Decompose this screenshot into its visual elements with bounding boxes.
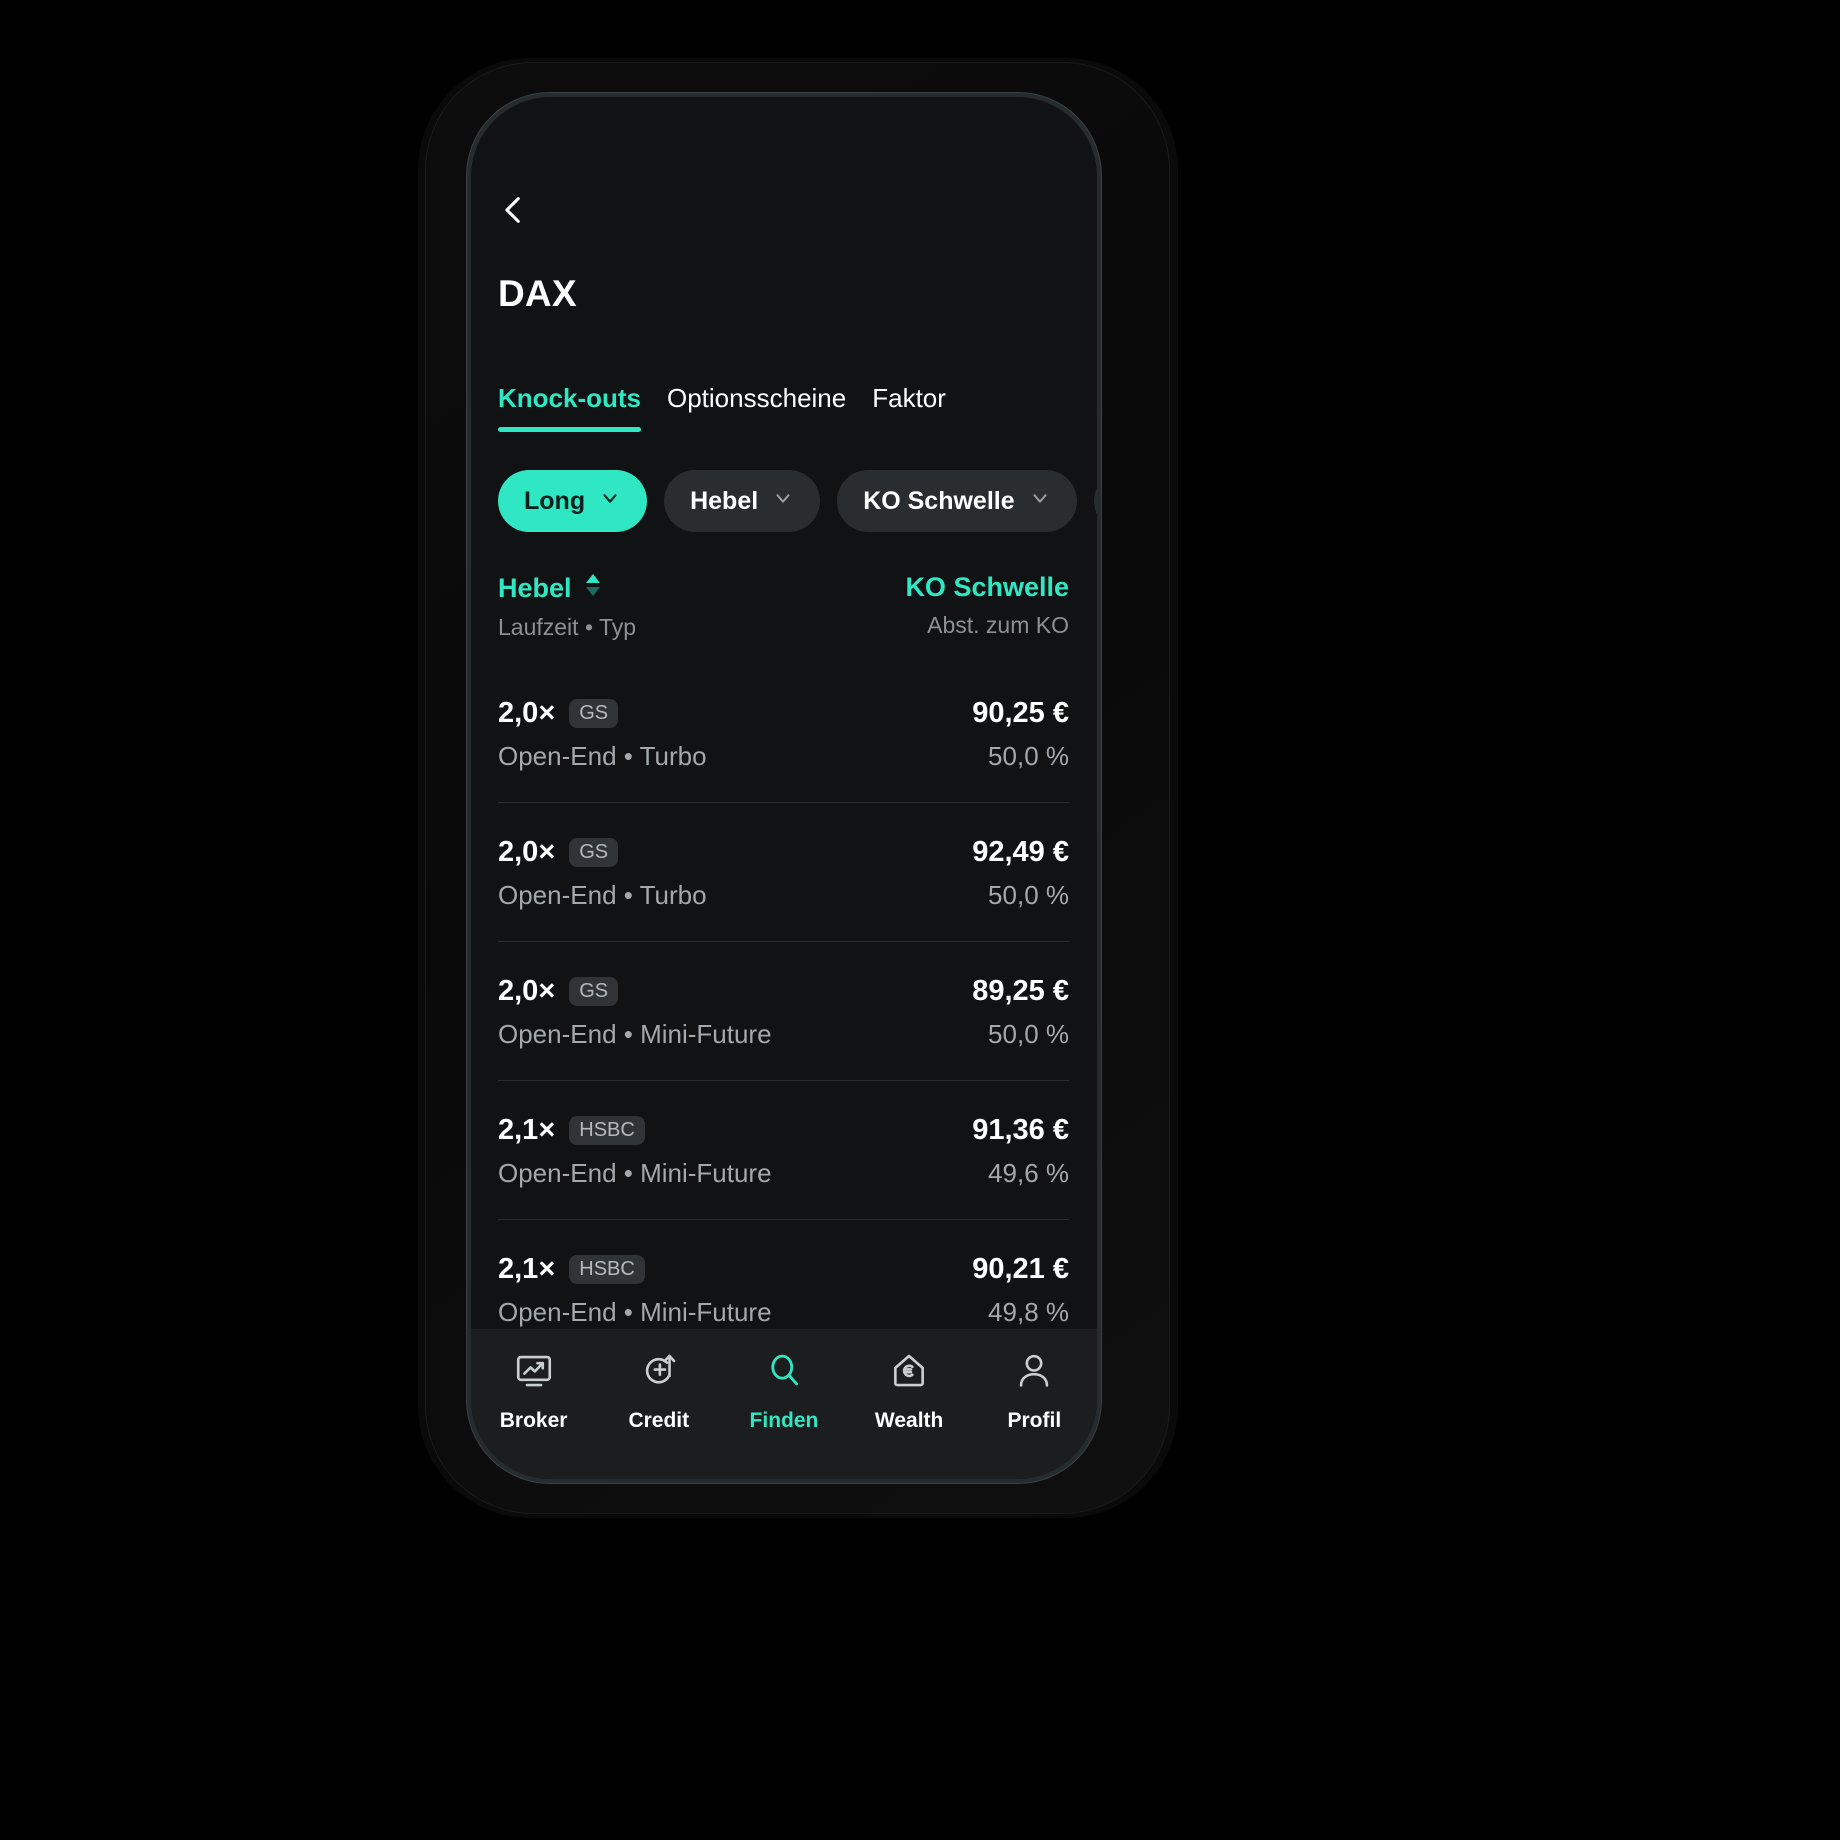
table-row[interactable]: 2,0× GS 92,49 € Open-End • Turbo 50,0 % xyxy=(471,802,1097,941)
search-icon xyxy=(763,1350,805,1397)
house-euro-icon xyxy=(888,1350,930,1397)
chevron-left-icon[interactable] xyxy=(497,193,531,227)
row-distance: 50,0 % xyxy=(988,1019,1069,1049)
row-issuer-badge: GS xyxy=(569,977,619,1006)
screenshot-stage: DAX Knock-outs Optionsscheine Faktor Lon… xyxy=(0,0,1840,1840)
row-distance: 49,6 % xyxy=(988,1158,1069,1188)
row-leverage: 2,1× xyxy=(498,1114,556,1146)
row-distance: 50,0 % xyxy=(988,880,1069,910)
sort-hebel-button[interactable]: Hebel xyxy=(498,572,636,605)
table-header-right-sub: Abst. zum KO xyxy=(927,612,1069,638)
nav-label-finden: Finden xyxy=(749,1409,819,1432)
row-distance: 49,8 % xyxy=(988,1297,1069,1327)
row-ko-value: 89,25 € xyxy=(972,975,1069,1007)
chevron-down-icon xyxy=(772,487,794,516)
nav-label-profil: Profil xyxy=(1007,1409,1062,1432)
tab-optionsscheine[interactable]: Optionsscheine xyxy=(667,383,846,432)
nav-label-broker: Broker xyxy=(499,1409,568,1432)
tab-bar: Knock-outs Optionsscheine Faktor xyxy=(471,315,1097,432)
row-ko-value: 92,49 € xyxy=(972,836,1069,868)
row-issuer-badge: HSBC xyxy=(569,1255,645,1284)
row-leverage: 2,0× xyxy=(498,975,556,1007)
table-row[interactable]: 2,0× GS 89,25 € Open-End • Mini-Future 5… xyxy=(471,941,1097,1080)
row-meta: Open-End • Turbo xyxy=(498,880,707,910)
bottom-navigation: Broker Credit Finden Wealth Profil xyxy=(471,1329,1097,1479)
filter-chip-hebel[interactable]: Hebel xyxy=(664,470,821,532)
filter-chip-row[interactable]: Long Hebel KO Schwelle xyxy=(471,432,1097,532)
table-header-right[interactable]: KO Schwelle Abst. zum KO xyxy=(905,572,1069,639)
chevron-down-icon xyxy=(1029,487,1051,516)
sort-ascending-icon xyxy=(583,572,603,605)
filter-chip-hebel-label: Hebel xyxy=(690,486,759,515)
credit-arrow-icon xyxy=(638,1350,680,1397)
row-meta: Open-End • Turbo xyxy=(498,741,707,771)
nav-item-credit[interactable]: Credit xyxy=(604,1350,714,1433)
row-issuer-badge: GS xyxy=(569,838,619,867)
tab-faktor[interactable]: Faktor xyxy=(872,383,946,432)
table-header-left[interactable]: Hebel Laufzeit • Typ xyxy=(498,572,636,641)
row-ko-value: 91,36 € xyxy=(972,1114,1069,1146)
page-title: DAX xyxy=(498,273,577,314)
chart-monitor-icon xyxy=(513,1350,555,1397)
filter-chip-overflow[interactable]: B xyxy=(1093,470,1097,532)
filter-chip-ko-schwelle[interactable]: KO Schwelle xyxy=(837,470,1077,532)
table-header-hebel-label: Hebel xyxy=(498,573,572,603)
row-leverage: 2,0× xyxy=(498,836,556,868)
row-meta: Open-End • Mini-Future xyxy=(498,1297,772,1327)
filter-chip-ko-schwelle-label: KO Schwelle xyxy=(863,486,1015,515)
row-issuer-badge: GS xyxy=(569,699,619,728)
tab-knock-outs[interactable]: Knock-outs xyxy=(498,383,641,432)
row-issuer-badge: HSBC xyxy=(569,1116,645,1145)
nav-label-wealth: Wealth xyxy=(874,1409,944,1432)
person-icon xyxy=(1013,1350,1055,1397)
row-ko-value: 90,25 € xyxy=(972,697,1069,729)
nav-item-broker[interactable]: Broker xyxy=(479,1350,589,1433)
app-root: DAX Knock-outs Optionsscheine Faktor Lon… xyxy=(471,97,1097,1479)
navigation-bar xyxy=(471,97,1097,229)
table-row[interactable]: 2,1× HSBC 91,36 € Open-End • Mini-Future… xyxy=(471,1080,1097,1219)
nav-item-profil[interactable]: Profil xyxy=(979,1350,1089,1433)
row-meta: Open-End • Mini-Future xyxy=(498,1158,772,1188)
row-ko-value: 90,21 € xyxy=(972,1253,1069,1285)
chevron-down-icon xyxy=(599,487,621,516)
table-header-left-sub: Laufzeit • Typ xyxy=(498,614,637,640)
table-header-ko-label: KO Schwelle xyxy=(905,572,1069,602)
phone-screen: DAX Knock-outs Optionsscheine Faktor Lon… xyxy=(471,97,1097,1479)
nav-item-finden[interactable]: Finden xyxy=(729,1350,839,1433)
row-distance: 50,0 % xyxy=(988,741,1069,771)
row-meta: Open-End • Mini-Future xyxy=(498,1019,772,1049)
table-row[interactable]: 2,0× GS 90,25 € Open-End • Turbo 50,0 % xyxy=(471,663,1097,802)
row-leverage: 2,1× xyxy=(498,1253,556,1285)
nav-item-wealth[interactable]: Wealth xyxy=(854,1350,964,1433)
row-leverage: 2,0× xyxy=(498,697,556,729)
filter-chip-long[interactable]: Long xyxy=(498,470,648,532)
table-header: Hebel Laufzeit • Typ KO Schwelle Abst. z… xyxy=(471,532,1097,641)
filter-chip-long-label: Long xyxy=(524,486,586,515)
nav-label-credit: Credit xyxy=(628,1409,690,1432)
